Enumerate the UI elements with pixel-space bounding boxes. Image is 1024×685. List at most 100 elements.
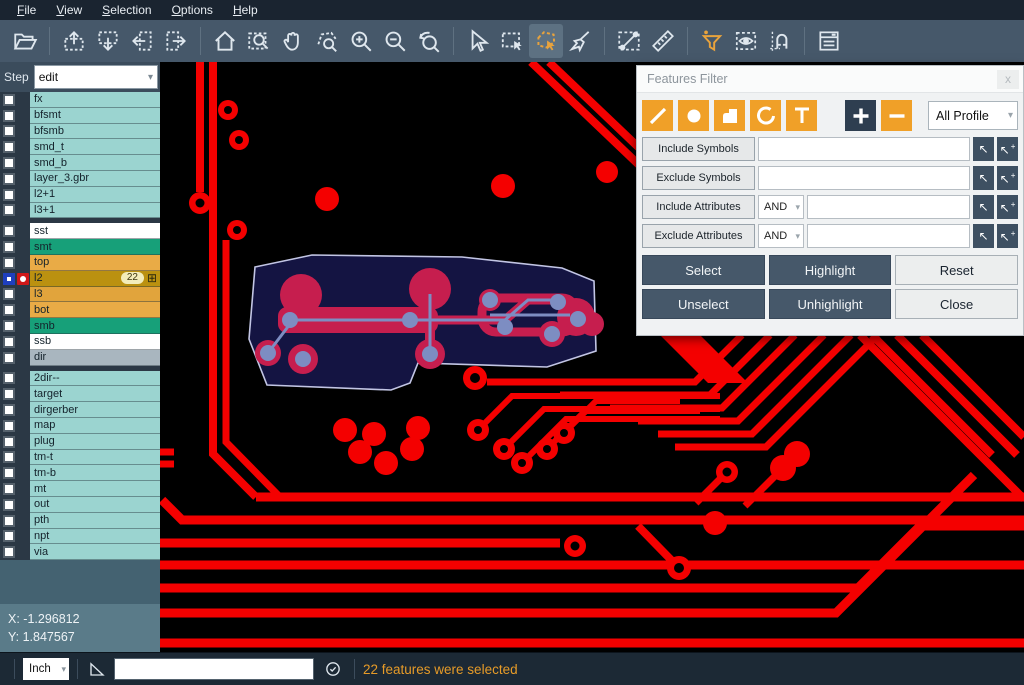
include-attributes-operator[interactable]: AND ▾ — [758, 195, 804, 219]
layer-checkbox[interactable] — [3, 225, 15, 237]
unselect-button[interactable]: Unselect — [642, 289, 765, 319]
layer-name-label[interactable]: smt — [30, 239, 160, 255]
layer-row-smb[interactable]: smb — [0, 318, 160, 334]
measure-line-button[interactable] — [612, 24, 646, 58]
exclude-symbols-button[interactable]: Exclude Symbols — [642, 166, 755, 190]
include-attributes-input[interactable] — [807, 195, 970, 219]
layer-row-layer_3.gbr[interactable]: layer_3.gbr — [0, 171, 160, 187]
feature-report-button[interactable] — [812, 24, 846, 58]
layer-checkbox[interactable] — [3, 530, 15, 542]
zoom-out-button[interactable] — [378, 24, 412, 58]
layer-checkbox[interactable] — [3, 404, 15, 416]
close-button[interactable]: Close — [895, 289, 1018, 319]
layer-row-target[interactable]: target — [0, 386, 160, 402]
pick-add-symbol-button[interactable]: ↖+ — [997, 137, 1018, 161]
layer-name-label[interactable]: plug — [30, 434, 160, 450]
layer-checkbox[interactable] — [3, 141, 15, 153]
layer-checkbox[interactable] — [3, 157, 15, 169]
menu-help[interactable]: Help — [224, 1, 267, 19]
pan-up-button[interactable] — [57, 24, 91, 58]
layer-name-label[interactable]: smd_t — [30, 139, 160, 155]
layer-row-out[interactable]: out — [0, 497, 160, 513]
layer-name-label[interactable]: sst — [30, 223, 160, 239]
layer-name-label[interactable]: l3+1 — [30, 203, 160, 219]
layer-name-label[interactable]: mt — [30, 481, 160, 497]
layer-checkbox[interactable] — [3, 94, 15, 106]
filter-arc-button[interactable] — [750, 100, 781, 131]
layer-checkbox[interactable] — [3, 110, 15, 122]
filter-positive-button[interactable] — [845, 100, 876, 131]
layer-name-label[interactable]: dirgerber — [30, 402, 160, 418]
layer-checkbox[interactable] — [3, 304, 15, 316]
features-filter-button[interactable] — [695, 24, 729, 58]
pan-right-button[interactable] — [159, 24, 193, 58]
reset-button[interactable]: Reset — [895, 255, 1018, 285]
layer-checkbox[interactable] — [3, 273, 15, 285]
filter-negative-button[interactable] — [881, 100, 912, 131]
highlight-button[interactable]: Highlight — [769, 255, 892, 285]
layer-row-ssb[interactable]: ssb — [0, 334, 160, 350]
view-options-button[interactable] — [729, 24, 763, 58]
pan-left-button[interactable] — [125, 24, 159, 58]
pick-attribute-button[interactable]: ↖ — [973, 224, 994, 248]
filter-line-button[interactable] — [642, 100, 673, 131]
layer-row-sst[interactable]: sst — [0, 223, 160, 239]
layer-name-label[interactable]: bfsmb — [30, 124, 160, 140]
pick-add-attribute-button[interactable]: ↖+ — [997, 195, 1018, 219]
layer-checkbox[interactable] — [3, 257, 15, 269]
exclude-attributes-operator[interactable]: AND ▾ — [758, 224, 804, 248]
zoom-in-button[interactable] — [344, 24, 378, 58]
layer-checkbox[interactable] — [3, 372, 15, 384]
layer-row-fx[interactable]: fx — [0, 92, 160, 108]
layer-checkbox[interactable] — [3, 546, 15, 558]
pick-add-symbol-button[interactable]: ↖+ — [997, 166, 1018, 190]
layer-row-plug[interactable]: plug — [0, 434, 160, 450]
layer-name-label[interactable]: l222⊞ — [30, 271, 160, 287]
layer-checkbox[interactable] — [3, 499, 15, 511]
layer-row-l3[interactable]: l3 — [0, 287, 160, 303]
layer-checkbox[interactable] — [3, 483, 15, 495]
layer-name-label[interactable]: bot — [30, 302, 160, 318]
layer-row-l2[interactable]: l222⊞ — [0, 271, 160, 287]
layer-row-2dir--[interactable]: 2dir-- — [0, 371, 160, 387]
layer-checkbox[interactable] — [3, 467, 15, 479]
zoom-window-button[interactable] — [242, 24, 276, 58]
select-tool-button[interactable] — [461, 24, 495, 58]
layer-row-tm-b[interactable]: tm-b — [0, 465, 160, 481]
pan-down-button[interactable] — [91, 24, 125, 58]
layer-row-tm-t[interactable]: tm-t — [0, 450, 160, 466]
pick-add-attribute-button[interactable]: ↖+ — [997, 224, 1018, 248]
pick-symbol-button[interactable]: ↖ — [973, 137, 994, 161]
layer-name-label[interactable]: l2+1 — [30, 187, 160, 203]
layer-checkbox[interactable] — [3, 388, 15, 400]
layer-checkbox[interactable] — [3, 352, 15, 364]
include-symbols-button[interactable]: Include Symbols — [642, 137, 755, 161]
layer-name-label[interactable]: tm-b — [30, 465, 160, 481]
layer-row-top[interactable]: top — [0, 255, 160, 271]
layer-checkbox[interactable] — [3, 241, 15, 253]
pick-symbol-button[interactable]: ↖ — [973, 166, 994, 190]
refresh-check-icon[interactable] — [320, 658, 346, 680]
layer-checkbox[interactable] — [3, 204, 15, 216]
clear-highlight-button[interactable] — [563, 24, 597, 58]
exclude-symbols-input[interactable] — [758, 166, 970, 190]
layer-checkbox[interactable] — [3, 288, 15, 300]
layer-row-smd_b[interactable]: smd_b — [0, 155, 160, 171]
layer-name-label[interactable]: tm-t — [30, 450, 160, 466]
units-select[interactable]: Inch ▾ — [23, 658, 69, 680]
zoom-previous-button[interactable] — [412, 24, 446, 58]
zoom-polygon-button[interactable] — [310, 24, 344, 58]
step-select[interactable]: edit ▾ — [34, 65, 158, 89]
dialog-close-button[interactable]: x — [997, 70, 1019, 89]
layer-row-via[interactable]: via — [0, 544, 160, 560]
layer-name-label[interactable]: map — [30, 418, 160, 434]
layer-name-label[interactable]: top — [30, 255, 160, 271]
layer-checkbox[interactable] — [3, 189, 15, 201]
layer-name-label[interactable]: via — [30, 544, 160, 560]
layer-row-dirgerber[interactable]: dirgerber — [0, 402, 160, 418]
layer-name-label[interactable]: out — [30, 497, 160, 513]
exclude-attributes-input[interactable] — [807, 224, 970, 248]
dialog-titlebar[interactable]: Features Filter x — [637, 66, 1023, 93]
layer-row-l3+1[interactable]: l3+1 — [0, 203, 160, 219]
layer-checkbox[interactable] — [3, 336, 15, 348]
